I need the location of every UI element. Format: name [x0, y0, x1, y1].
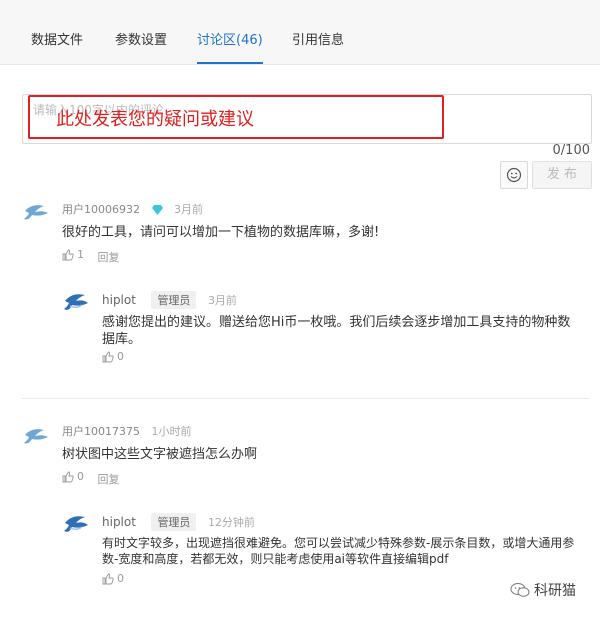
like-count: 1: [77, 248, 84, 261]
like-button[interactable]: 0: [62, 470, 84, 483]
tab-data-files[interactable]: 数据文件: [31, 0, 83, 64]
reply-username[interactable]: hiplot: [102, 293, 136, 307]
comment-meta: 用户10006932 3月前: [62, 201, 203, 217]
wechat-icon: [510, 583, 530, 597]
comment-text: 很好的工具，请问可以增加一下植物的数据库嘛，多谢!: [62, 225, 380, 240]
comment-actions: 1 回复: [62, 248, 120, 265]
reply-time: 12分钟前: [207, 516, 255, 529]
admin-avatar-icon: [64, 294, 88, 310]
reply-text: 感谢您提出的建议。赠送给您Hi币一枚哦。我们后续会逐步增加工具支持的物种数据库。: [102, 315, 571, 347]
reply-actions: 0: [102, 572, 124, 588]
annotation-box: 此处发表您的疑问或建议: [28, 95, 444, 139]
reply-meta: hiplot 管理员 3月前: [102, 291, 237, 309]
comment-actions: 0 回复: [62, 470, 120, 487]
reply-button[interactable]: 回复: [98, 251, 120, 264]
user-avatar-icon: [24, 205, 48, 220]
tab-parameters[interactable]: 参数设置: [115, 0, 167, 64]
admin-avatar-icon: [64, 516, 88, 532]
comment-time: 3月前: [174, 203, 203, 216]
comment-divider: [22, 398, 590, 399]
comment-text: 树状图中这些文字被遮挡怎么办啊: [62, 447, 258, 462]
annotation-text: 此处发表您的疑问或建议: [56, 109, 254, 130]
comment-time: 1小时前: [151, 425, 192, 438]
reply-text: 有时文字较多，出现遮挡很难避免。您可以尝试减少特殊参数-展示条目数，或增大通用参…: [102, 536, 575, 566]
user-avatar-icon: [24, 429, 48, 444]
admin-badge: 管理员: [151, 513, 197, 531]
emoji-button[interactable]: [500, 161, 528, 189]
reply-username[interactable]: hiplot: [102, 515, 136, 529]
thumbs-up-icon: [102, 351, 114, 362]
reply-button[interactable]: 回复: [98, 473, 120, 486]
diamond-icon: [151, 205, 163, 215]
like-count: 0: [117, 572, 124, 585]
tab-discussion[interactable]: 讨论区(46): [197, 0, 263, 64]
thumbs-up-icon: [62, 471, 74, 482]
comment-meta: 用户10017375 1小时前: [62, 423, 192, 439]
reply-time: 3月前: [207, 294, 237, 307]
like-count: 0: [77, 470, 84, 483]
tab-citation[interactable]: 引用信息: [292, 0, 344, 64]
like-count: 0: [117, 350, 124, 363]
like-button[interactable]: 0: [102, 572, 124, 585]
admin-badge: 管理员: [151, 291, 197, 309]
smiley-icon: [506, 167, 522, 183]
like-button[interactable]: 0: [102, 350, 124, 363]
thumbs-up-icon: [62, 249, 74, 260]
reply-actions: 0: [102, 350, 124, 366]
tab-bar: 数据文件 参数设置 讨论区(46) 引用信息: [0, 0, 600, 65]
comment-username[interactable]: 用户10006932: [62, 203, 140, 216]
like-button[interactable]: 1: [62, 248, 84, 261]
post-button[interactable]: 发 布: [532, 161, 592, 189]
thumbs-up-icon: [102, 573, 114, 584]
watermark: 科研猫: [510, 580, 576, 600]
watermark-text: 科研猫: [534, 583, 576, 599]
comment-username[interactable]: 用户10017375: [62, 425, 140, 438]
char-counter: 0/100: [552, 143, 590, 158]
reply-meta: hiplot 管理员 12分钟前: [102, 513, 255, 531]
